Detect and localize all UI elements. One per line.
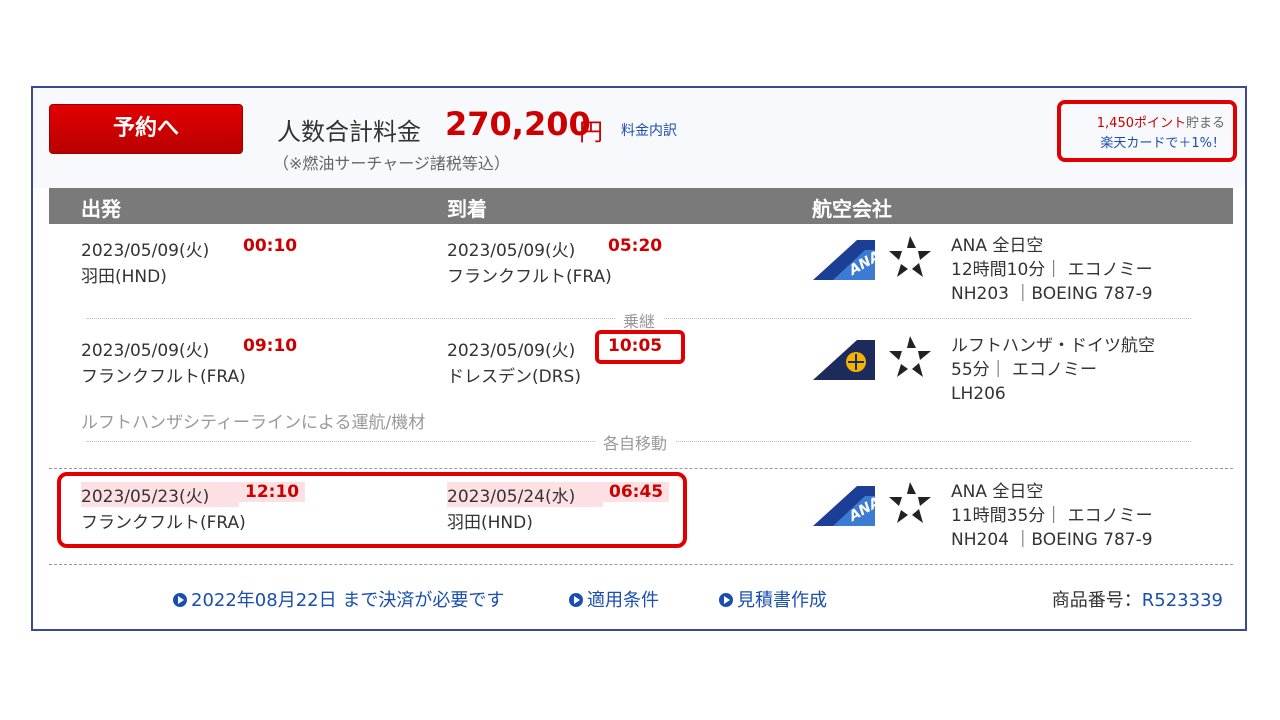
self-transfer-label: 各自移動 bbox=[595, 430, 676, 454]
arrival-date: 2023/05/09(火) bbox=[447, 241, 576, 261]
fare-panel: 予約へ 人数合計料金 270,200 円 料金内訳 （※燃油サーチャージ諸税等込… bbox=[31, 86, 1247, 631]
departure-airport: 羽田(HND) bbox=[81, 267, 167, 287]
flight-duration-class: 55分｜ エコノミー bbox=[951, 360, 1098, 380]
product-number-code[interactable]: R523339 bbox=[1142, 590, 1223, 611]
flight-duration-class: 11時間35分｜ エコノミー bbox=[951, 506, 1153, 526]
arrival-time: 05:20 bbox=[608, 236, 663, 256]
col-departure: 出発 bbox=[81, 197, 121, 221]
fare-summary: 予約へ 人数合計料金 270,200 円 料金内訳 （※燃油サーチャージ諸税等込… bbox=[33, 88, 1245, 188]
flight-number-aircraft: NH203 ｜BOEING 787-9 bbox=[951, 284, 1153, 304]
star-alliance-icon bbox=[889, 236, 931, 277]
product-number: 商品番号：R523339 bbox=[1052, 586, 1223, 612]
play-bullet-icon bbox=[173, 593, 187, 607]
total-label: 人数合計料金 bbox=[277, 118, 421, 146]
col-airline: 航空会社 bbox=[812, 197, 892, 221]
tax-note: （※燃油サーチャージ諸税等込） bbox=[273, 154, 510, 173]
product-number-label: 商品番号： bbox=[1051, 590, 1142, 611]
airline-name: ANA 全日空 bbox=[951, 482, 1044, 502]
arrival-airport: フランクフルト(FRA) bbox=[447, 267, 612, 287]
departure-time: 00:10 bbox=[243, 236, 298, 256]
reserve-button[interactable]: 予約へ bbox=[49, 104, 243, 154]
arrival-date: 2023/05/09(火) bbox=[447, 341, 576, 361]
footer-separator bbox=[49, 564, 1233, 565]
points-tail: 貯まる bbox=[1185, 116, 1225, 131]
flight-number-aircraft: LH206 bbox=[951, 384, 1006, 404]
col-arrival: 到着 bbox=[447, 197, 487, 221]
transfer-label: 乗継 bbox=[615, 308, 664, 332]
departure-airport: フランクフルト(FRA) bbox=[81, 367, 246, 387]
conditions-link[interactable]: 適用条件 bbox=[569, 586, 659, 612]
quote-link[interactable]: 見積書作成 bbox=[719, 586, 827, 612]
operated-by-note: ルフトハンザシティーラインによる運航/機材 bbox=[81, 413, 426, 433]
card-bonus-link[interactable]: 楽天カードで＋1%！ bbox=[1100, 132, 1225, 151]
star-alliance-icon bbox=[889, 482, 931, 523]
itinerary-header: 出発 到着 航空会社 bbox=[49, 188, 1233, 224]
ana-logo-icon: ANA bbox=[813, 240, 875, 280]
departure-time: 09:10 bbox=[243, 336, 298, 356]
fare-breakdown-link[interactable]: 料金内訳 bbox=[621, 120, 677, 140]
flight-number-aircraft: NH204 ｜BOEING 787-9 bbox=[951, 530, 1153, 550]
departure-date: 2023/05/09(火) bbox=[81, 341, 210, 361]
airline-name: ルフトハンザ・ドイツ航空 bbox=[951, 336, 1155, 356]
arrival-airport: ドレスデン(DRS) bbox=[447, 367, 581, 387]
return-flight-highlight bbox=[57, 472, 687, 548]
airline-name: ANA 全日空 bbox=[951, 236, 1044, 256]
total-price: 270,200 bbox=[445, 105, 591, 143]
points-value: 1,450ポイント bbox=[1096, 116, 1186, 131]
flight-duration-class: 12時間10分｜ エコノミー bbox=[951, 260, 1153, 280]
payment-deadline-link[interactable]: 2022年08月22日 まで決済が必要です bbox=[173, 586, 504, 612]
currency-unit: 円 bbox=[579, 118, 603, 146]
outbound-return-separator bbox=[49, 468, 1233, 469]
points-promo[interactable]: 1,450ポイント貯まる 楽天カードで＋1%！ bbox=[1057, 100, 1237, 162]
arrival-time-highlight bbox=[595, 330, 685, 364]
departure-date: 2023/05/09(火) bbox=[81, 241, 210, 261]
ana-logo-icon: ANA bbox=[813, 486, 875, 526]
lufthansa-logo-icon bbox=[813, 340, 875, 380]
play-bullet-icon bbox=[569, 593, 583, 607]
star-alliance-icon bbox=[889, 336, 931, 377]
play-bullet-icon bbox=[719, 593, 733, 607]
